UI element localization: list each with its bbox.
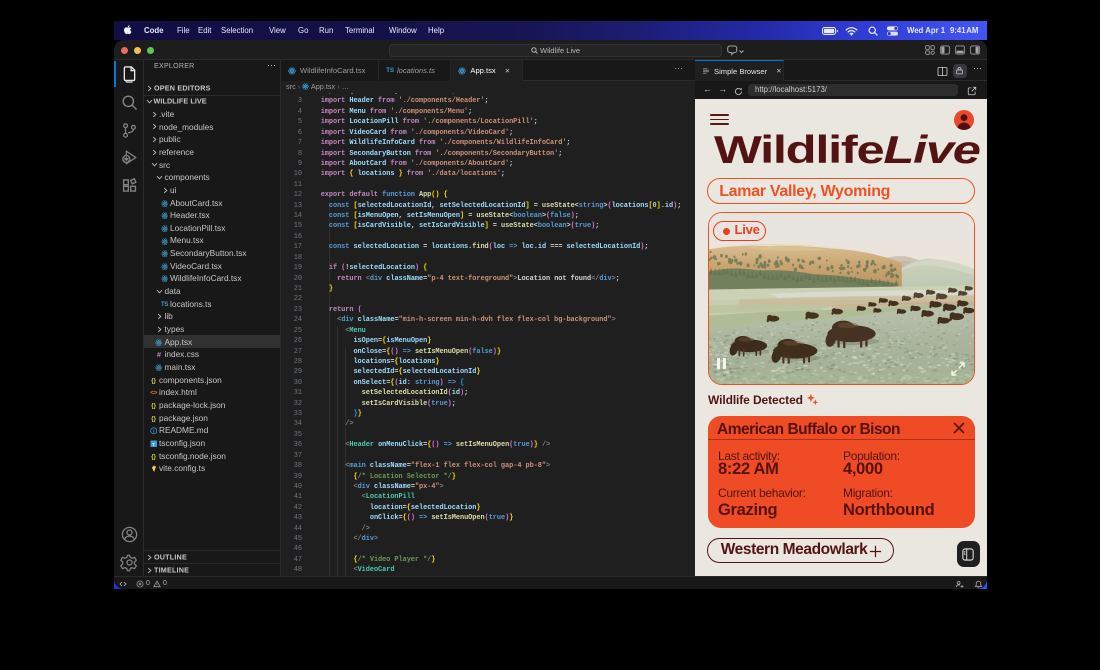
svg-text:T: T — [152, 442, 155, 447]
